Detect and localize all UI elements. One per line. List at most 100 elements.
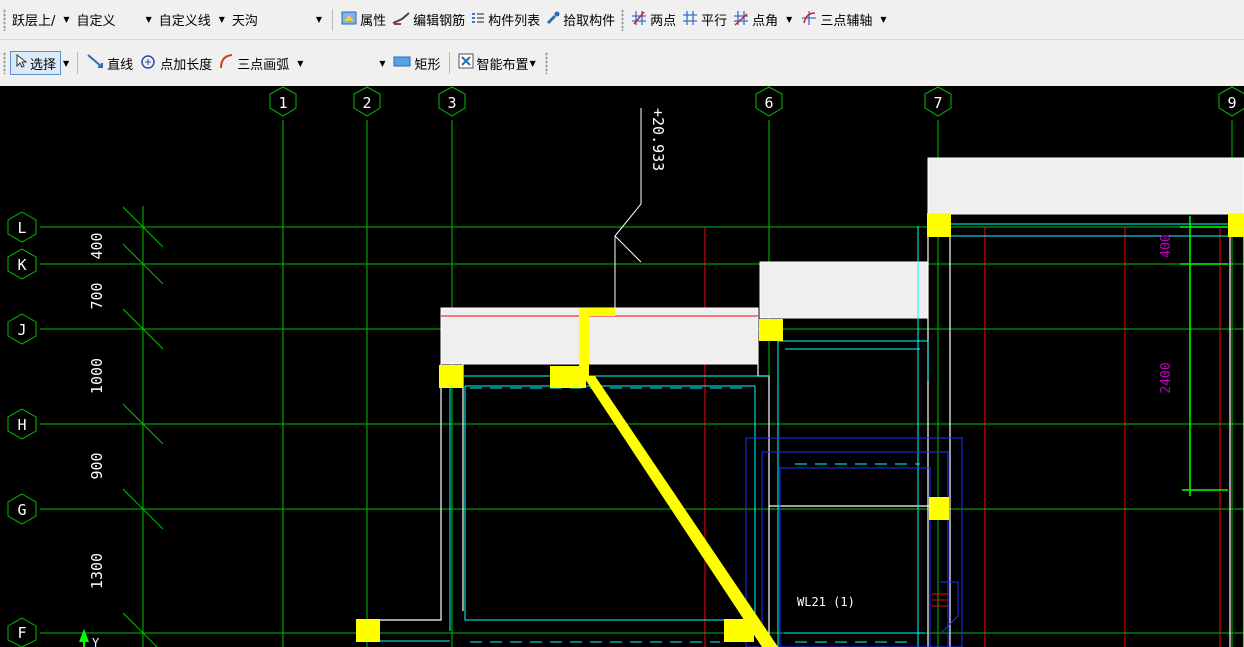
dropdown-arrow-icon[interactable]: ▼ (316, 15, 322, 24)
column[interactable] (724, 619, 754, 642)
axis-bubble[interactable]: G (7, 493, 37, 525)
axis-bubble[interactable]: 7 (924, 86, 952, 117)
custom-line-combo[interactable]: 自定义线 ▼ (157, 9, 230, 31)
dropdown-arrow-icon[interactable]: ▼ (786, 15, 792, 24)
axis-bubble[interactable]: 2 (353, 86, 381, 117)
main-toolbar: 跃层上/ ▼ 自定义 ▼ 自定义线 ▼ 天沟 ▼ 属性 编辑钢筋 构件列表 拾取… (0, 0, 1244, 40)
elevation-mark[interactable]: +20.933 (614, 108, 667, 308)
three-point-axis-icon (801, 10, 817, 30)
column-axis-markers: 1 2 3 6 7 9 (269, 86, 1244, 117)
axis-bubble[interactable]: K (7, 248, 37, 280)
axis-label: H (17, 416, 26, 434)
parallel-axis-icon (682, 10, 698, 30)
rectangle-button[interactable]: 矩形 (389, 51, 444, 75)
dropdown-arrow-icon[interactable]: ▼ (530, 59, 536, 68)
ucs-label: Y (92, 636, 100, 647)
axis-bubble[interactable]: L (7, 211, 37, 243)
toolbar-grip[interactable] (3, 52, 6, 74)
properties-icon (341, 11, 357, 29)
axis-bubble[interactable]: J (7, 313, 37, 345)
three-point-axis-button[interactable]: 三点辅轴 ▼ (798, 8, 892, 32)
eyedropper-icon (546, 11, 560, 29)
component-list-button[interactable]: 构件列表 (468, 8, 543, 32)
axis-bubble[interactable]: H (7, 408, 37, 440)
elevation-text: +20.933 (649, 108, 667, 171)
axis-label: 2 (362, 94, 371, 112)
axis-bubble[interactable]: F (7, 617, 37, 647)
axis-bubble[interactable]: 9 (1218, 86, 1244, 117)
dropdown-arrow-icon[interactable]: ▼ (63, 59, 69, 68)
axis-label: J (17, 321, 26, 339)
select-button[interactable]: 选择 (10, 51, 62, 75)
smart-layout-button[interactable]: 智能布置 ▼ (455, 51, 542, 75)
dimension-text: 1300 (88, 553, 106, 589)
edit-rebar-button[interactable]: 编辑钢筋 (389, 8, 468, 32)
dimension-text: 1000 (88, 358, 106, 394)
arc-type-combo[interactable] (309, 52, 380, 74)
dropdown-arrow-icon[interactable]: ▼ (219, 15, 225, 24)
component-combo[interactable]: 天沟 ▼ (230, 9, 327, 31)
column[interactable] (759, 319, 783, 341)
cad-drawing[interactable]: 1 2 3 6 7 9 L K J H G F 400 700 1000 900… (0, 86, 1244, 647)
three-point-arc-button[interactable]: 三点画弧 ▼ (215, 51, 309, 75)
custom-combo[interactable]: 自定义 ▼ (75, 9, 157, 31)
properties-label: 属性 (360, 14, 387, 29)
rectangle-label: 矩形 (414, 57, 441, 73)
toolbar-grip[interactable] (621, 8, 625, 31)
point-angle-button[interactable]: 点角 ▼ (730, 8, 798, 32)
gutter-slab[interactable] (759, 261, 929, 319)
axis-bubble[interactable]: 1 (269, 86, 297, 117)
column[interactable] (927, 213, 951, 237)
gutter-slab[interactable] (927, 157, 1244, 215)
axis-bubble[interactable]: 6 (755, 86, 783, 117)
toolbar-grip[interactable] (544, 52, 548, 74)
row-axis-markers: L K J H G F (7, 211, 37, 647)
select-label: 选择 (30, 57, 57, 73)
pick-component-label: 拾取构件 (563, 14, 616, 29)
axis-label: L (17, 219, 26, 237)
red-gridlines (40, 226, 1244, 647)
dimension-text: 2400 (1159, 362, 1174, 393)
dropdown-arrow-icon[interactable]: ▼ (63, 15, 69, 24)
dimension-text: 700 (88, 282, 106, 309)
dropdown-arrow-icon[interactable]: ▼ (146, 15, 152, 24)
toolbar-separator (332, 8, 334, 31)
dimension-text: 400 (88, 232, 106, 259)
dropdown-arrow-icon[interactable]: ▼ (880, 15, 886, 24)
column[interactable] (929, 497, 949, 520)
pick-component-button[interactable]: 拾取构件 (543, 8, 618, 32)
axis-label: 1 (278, 94, 287, 112)
column[interactable] (439, 365, 463, 388)
arc-icon (218, 53, 234, 73)
custom-combo-value: 自定义 (76, 14, 116, 29)
point-length-icon (139, 53, 157, 73)
three-point-arc-label: 三点画弧 (237, 57, 290, 73)
smart-layout-icon (458, 53, 474, 73)
floor-combo-value: 跃层上/ (12, 14, 56, 29)
dimension-text: 900 (88, 452, 106, 479)
dropdown-arrow-icon[interactable]: ▼ (297, 59, 303, 68)
line-button[interactable]: 直线 (83, 51, 136, 75)
column[interactable] (356, 619, 380, 642)
floor-combo[interactable]: 跃层上/ ▼ (10, 9, 75, 31)
gutter-slabs (440, 157, 1244, 365)
draw-toolbar: 选择 ▼ 直线 点加长度 三点画弧 ▼ ▼ 矩形 智能布置 ▼ (0, 43, 1244, 83)
drawing-canvas[interactable]: 1 2 3 6 7 9 L K J H G F 400 700 1000 900… (0, 86, 1244, 647)
two-points-label: 两点 (650, 14, 677, 29)
toolbar-separator (77, 52, 79, 74)
axis-label: G (17, 501, 26, 519)
parallel-button[interactable]: 平行 (679, 8, 730, 32)
two-points-button[interactable]: 两点 (628, 8, 679, 32)
properties-button[interactable]: 属性 (338, 8, 389, 32)
toolbar-grip[interactable] (3, 8, 6, 31)
edit-rebar-label: 编辑钢筋 (413, 14, 466, 29)
axis-bubble[interactable]: 3 (438, 86, 466, 117)
dropdown-arrow-icon[interactable]: ▼ (379, 59, 385, 68)
edit-rebar-icon (392, 11, 410, 29)
column[interactable] (1228, 213, 1244, 237)
point-length-button[interactable]: 点加长度 (136, 51, 215, 75)
parallel-label: 平行 (701, 14, 728, 29)
toolbar-separator (448, 52, 450, 74)
line-label: 直线 (107, 57, 134, 73)
axis-label: 9 (1227, 94, 1236, 112)
